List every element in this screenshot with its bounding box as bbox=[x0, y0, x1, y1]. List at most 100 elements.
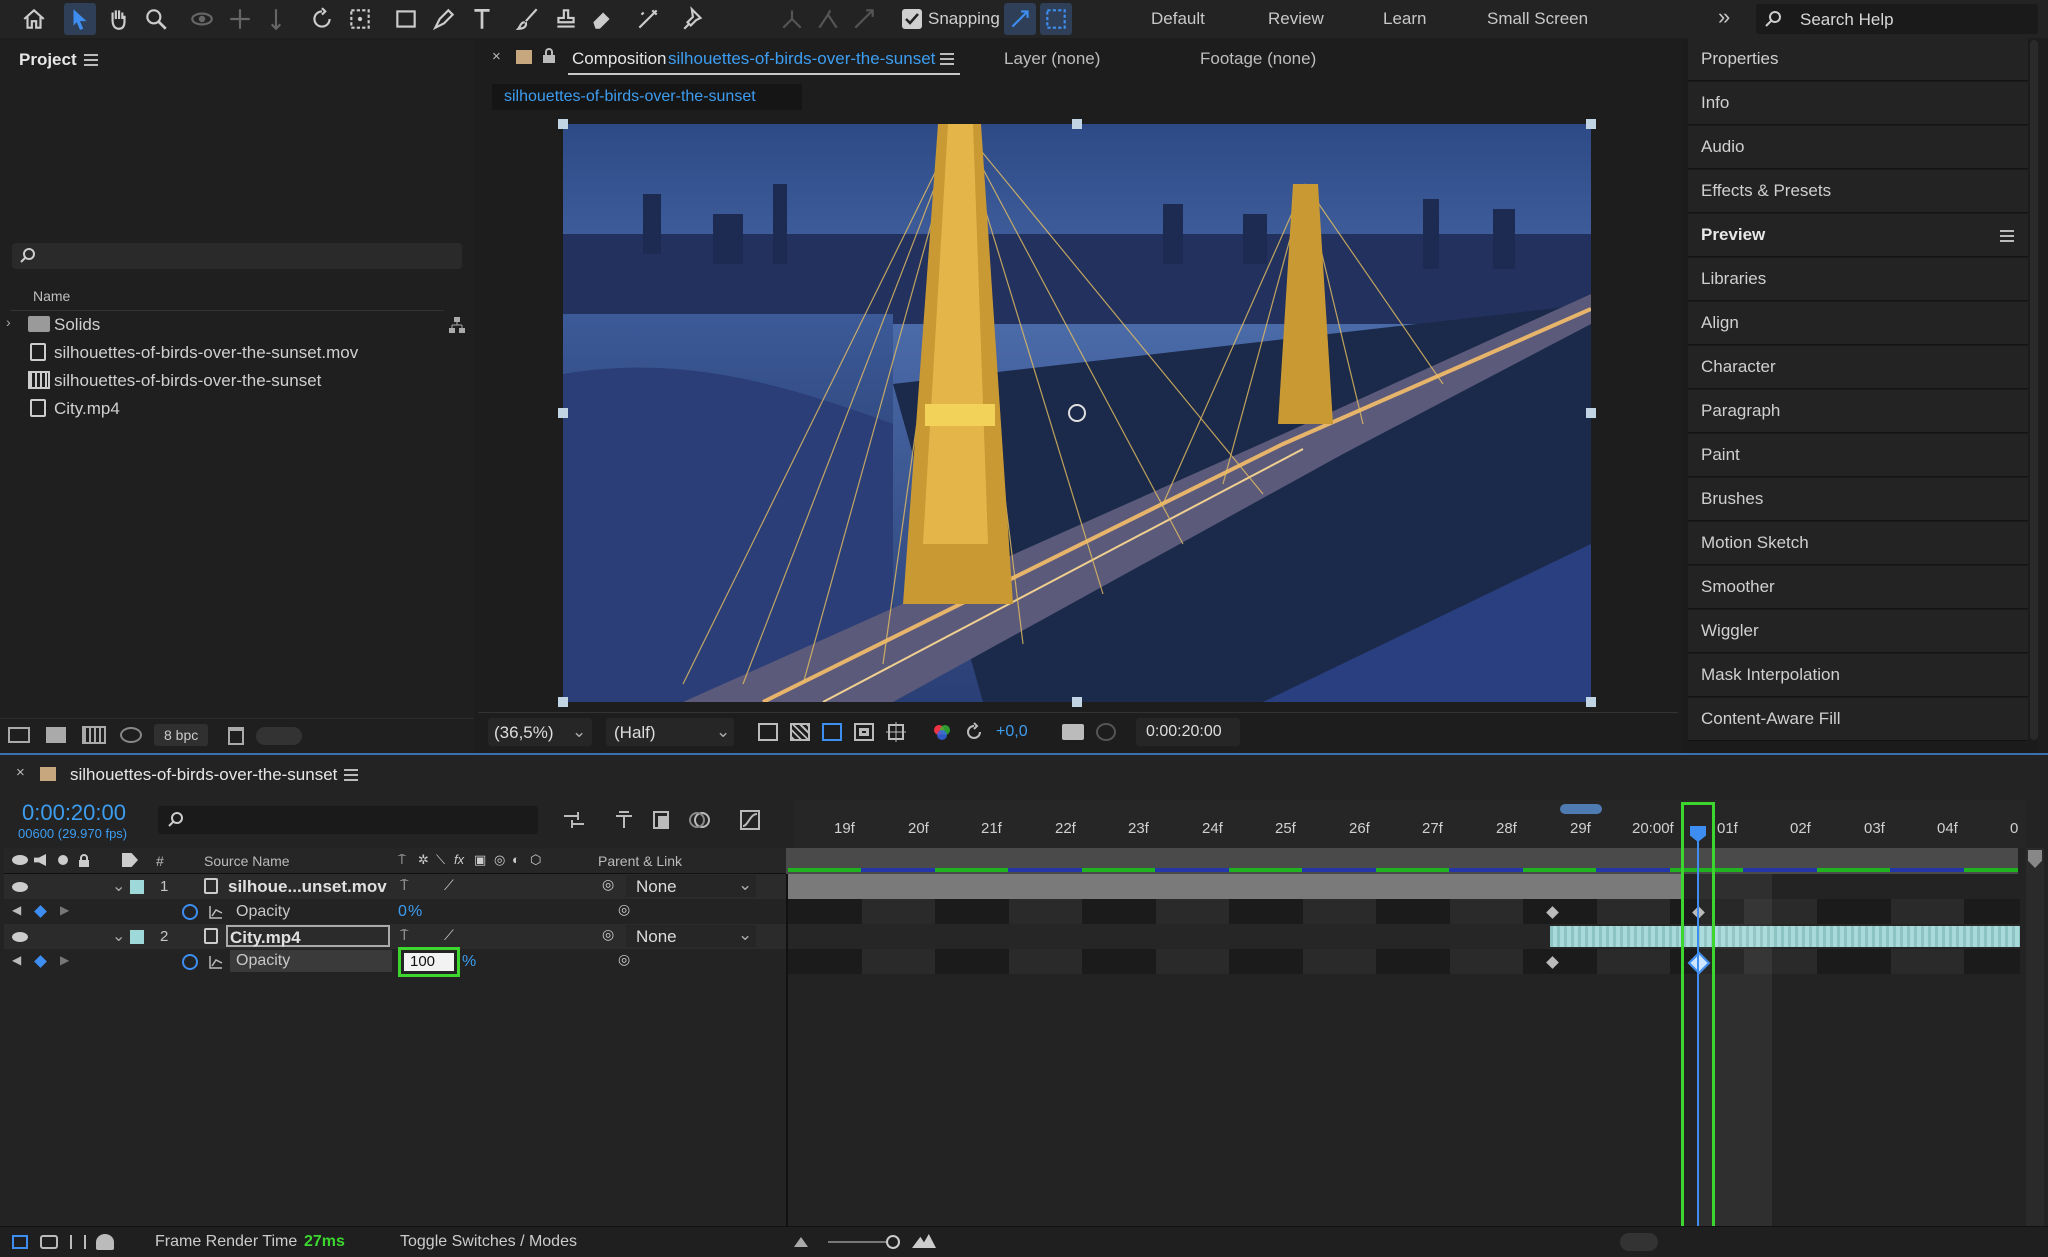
timeline-menu-icon[interactable] bbox=[344, 769, 358, 781]
comp-subtab[interactable]: silhouettes-of-birds-over-the-sunset bbox=[492, 84, 802, 110]
composition-menu-icon[interactable] bbox=[940, 53, 954, 65]
opacity-value-input[interactable]: 100 bbox=[398, 947, 460, 977]
property-row-opacity-1[interactable]: ◀ ▶ Opacity 0 % ◎ bbox=[4, 899, 786, 924]
eye-icon[interactable] bbox=[12, 932, 28, 942]
home-icon[interactable] bbox=[18, 3, 50, 35]
shy-switch-icon[interactable]: ⍑ bbox=[398, 852, 406, 868]
panel-paint[interactable]: Paint bbox=[1688, 434, 2028, 477]
timeline-horizontal-scroll[interactable] bbox=[1620, 1233, 1658, 1251]
puppet-pin-icon[interactable] bbox=[678, 3, 710, 35]
panel-properties[interactable]: Properties bbox=[1688, 38, 2028, 81]
shy-switch-icon[interactable]: ⍑ bbox=[400, 927, 408, 944]
expand-chevron-icon[interactable]: › bbox=[6, 314, 11, 330]
new-composition-icon[interactable] bbox=[82, 726, 106, 744]
keyframe-toggle-icon[interactable] bbox=[34, 955, 47, 968]
parent-dropdown-1[interactable]: None ⌄ bbox=[626, 875, 756, 897]
stopwatch-icon[interactable] bbox=[182, 954, 198, 970]
graph-editor-icon[interactable] bbox=[738, 808, 762, 832]
timeline-comp-tab[interactable]: silhouettes-of-birds-over-the-sunset bbox=[70, 765, 337, 785]
snap-edges-icon[interactable] bbox=[1004, 3, 1036, 35]
exposure-value[interactable]: +0,0 bbox=[996, 723, 1028, 741]
resolution-dropdown[interactable]: (Half) ⌄ bbox=[606, 718, 734, 746]
layer-2-duration-bar[interactable] bbox=[1550, 926, 2020, 947]
project-scroll[interactable] bbox=[256, 727, 302, 745]
layer-label-color[interactable] bbox=[130, 930, 144, 944]
timeline-current-time[interactable]: 0:00:20:00 bbox=[22, 800, 126, 826]
quality-switch-icon[interactable]: ⟋ bbox=[444, 927, 454, 944]
axis-world-icon[interactable] bbox=[812, 3, 844, 35]
expression-pick-whip-icon[interactable]: ◎ bbox=[618, 901, 630, 918]
3d-switch-icon[interactable]: ⬡ bbox=[530, 852, 541, 868]
current-time-field[interactable]: 0:00:20:00 bbox=[1136, 718, 1240, 746]
magnification-dropdown[interactable]: (36,5%) ⌄ bbox=[488, 718, 592, 746]
toggle-switches-modes-button[interactable]: Toggle Switches / Modes bbox=[400, 1233, 577, 1251]
mask-visibility-icon[interactable] bbox=[822, 723, 842, 741]
number-column[interactable]: # bbox=[156, 853, 164, 869]
layer-row-2[interactable]: ⌄ 2 City.mp4 ⍑ ⟋ ◎ None ⌄ bbox=[4, 924, 786, 949]
motion-blur-switch-icon[interactable]: ◎ bbox=[494, 852, 505, 868]
reset-exposure-icon[interactable] bbox=[964, 722, 984, 742]
panel-smoother[interactable]: Smoother bbox=[1688, 566, 2028, 609]
property-value[interactable]: 0 bbox=[398, 903, 407, 921]
show-snapshot-icon[interactable] bbox=[1096, 723, 1116, 741]
workspace-review[interactable]: Review bbox=[1268, 9, 1324, 29]
panel-paragraph[interactable]: Paragraph bbox=[1688, 390, 2028, 433]
snapshot-camera-icon[interactable] bbox=[1062, 724, 1084, 740]
time-ruler[interactable] bbox=[794, 800, 2026, 848]
pan-behind-tool-icon[interactable] bbox=[344, 3, 376, 35]
panel-wiggler[interactable]: Wiggler bbox=[1688, 610, 2028, 653]
prev-keyframe-icon[interactable]: ◀ bbox=[12, 903, 21, 917]
transform-handle[interactable] bbox=[558, 119, 568, 129]
hand-tool-icon[interactable] bbox=[102, 3, 134, 35]
dolly-camera-icon[interactable] bbox=[260, 3, 292, 35]
right-panel-scrollbar[interactable] bbox=[2030, 40, 2038, 740]
channels-icon[interactable] bbox=[932, 722, 952, 742]
zoom-in-icon[interactable] bbox=[912, 1234, 936, 1248]
rectangle-tool-icon[interactable] bbox=[390, 3, 422, 35]
eraser-tool-icon[interactable] bbox=[586, 3, 618, 35]
trash-icon[interactable] bbox=[228, 727, 244, 745]
frame-blend-switch-icon[interactable]: ▣ bbox=[474, 852, 486, 868]
expand-chevron-icon[interactable]: ⌄ bbox=[112, 876, 125, 896]
layer-label-color[interactable] bbox=[130, 880, 144, 894]
panel-info[interactable]: Info bbox=[1688, 82, 2028, 125]
quality-switch-icon[interactable]: ⟋ bbox=[444, 877, 454, 894]
lock-icon[interactable] bbox=[78, 854, 90, 868]
rotate-tool-icon[interactable] bbox=[306, 3, 338, 35]
transform-handle[interactable] bbox=[1072, 697, 1082, 707]
render-time-icon[interactable] bbox=[96, 1234, 114, 1250]
transform-handle[interactable] bbox=[1586, 697, 1596, 707]
new-folder-icon[interactable] bbox=[46, 727, 66, 743]
collapse-switch-icon[interactable]: ✲ bbox=[418, 852, 429, 868]
source-name-column[interactable]: Source Name bbox=[204, 853, 290, 869]
graph-icon[interactable] bbox=[208, 954, 224, 970]
panel-effects-presets[interactable]: Effects & Presets bbox=[1688, 170, 2028, 213]
pan-camera-icon[interactable] bbox=[224, 3, 256, 35]
project-panel-title[interactable]: Project bbox=[19, 50, 77, 70]
flowchart-icon[interactable] bbox=[448, 316, 466, 334]
footage-tab[interactable]: Footage (none) bbox=[1200, 49, 1316, 69]
panel-brushes[interactable]: Brushes bbox=[1688, 478, 2028, 521]
workspace-small-screen[interactable]: Small Screen bbox=[1487, 9, 1588, 29]
panel-libraries[interactable]: Libraries bbox=[1688, 258, 2028, 301]
search-help-field[interactable]: Search Help bbox=[1756, 4, 2038, 34]
parent-link-column[interactable]: Parent & Link bbox=[598, 853, 682, 869]
close-icon[interactable]: × bbox=[492, 48, 501, 65]
shy-switch-icon[interactable]: ⍑ bbox=[400, 877, 408, 894]
pen-tool-icon[interactable] bbox=[428, 3, 460, 35]
panel-content-aware-fill[interactable]: Content-Aware Fill bbox=[1688, 698, 2028, 741]
project-menu-icon[interactable] bbox=[84, 54, 98, 66]
layer-row-1[interactable]: ⌄ 1 silhoue...unset.mov ⍑ ⟋ ◎ None ⌄ bbox=[4, 874, 786, 899]
timeline-scrollbar[interactable] bbox=[2026, 848, 2044, 1228]
transform-handle[interactable] bbox=[558, 408, 568, 418]
transform-handle[interactable] bbox=[558, 697, 568, 707]
project-search-input[interactable] bbox=[12, 243, 462, 269]
transform-handle[interactable] bbox=[1586, 119, 1596, 129]
layer-tab[interactable]: Layer (none) bbox=[1004, 49, 1100, 69]
layer-name[interactable]: silhoue...unset.mov bbox=[228, 877, 387, 897]
work-area-handle[interactable] bbox=[1560, 804, 1602, 814]
snap-features-icon[interactable] bbox=[1040, 3, 1072, 35]
transform-handle[interactable] bbox=[1586, 408, 1596, 418]
snapping-checkbox[interactable] bbox=[902, 9, 922, 29]
prev-keyframe-icon[interactable]: ◀ bbox=[12, 953, 21, 967]
